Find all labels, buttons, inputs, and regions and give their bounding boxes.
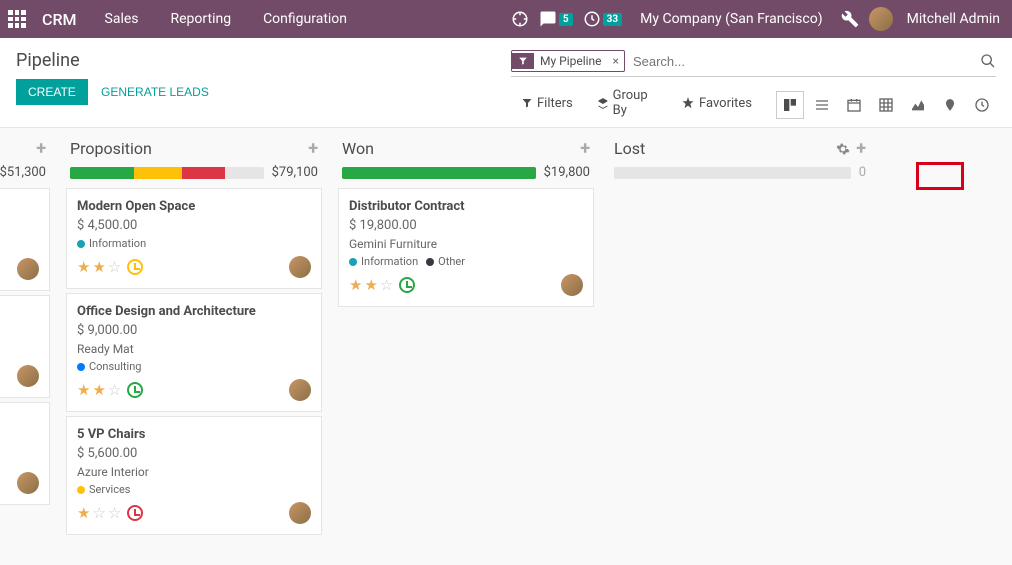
view-calendar[interactable] xyxy=(840,91,868,119)
kanban-column-won: Won + $19,800 Distributor Contract $ 19,… xyxy=(330,128,602,545)
user-avatar-icon xyxy=(17,258,39,280)
kanban-card[interactable]: Chairs xyxy=(0,295,50,398)
priority-stars[interactable]: ★☆☆ xyxy=(77,504,143,522)
navbar: CRM Sales Reporting Configuration 5 33 M… xyxy=(0,0,1012,38)
progress-bar[interactable] xyxy=(70,167,264,179)
activity-clock-icon[interactable] xyxy=(127,259,143,275)
column-title[interactable]: Lost xyxy=(614,139,836,158)
column-total: $79,100 xyxy=(272,165,318,180)
facet-label: My Pipeline xyxy=(534,51,608,71)
search-facet: My Pipeline × xyxy=(511,50,625,72)
favorites-button[interactable]: Favorites xyxy=(681,96,752,111)
priority-stars[interactable]: ★★☆ xyxy=(349,276,415,294)
kanban-card[interactable]: s: Furnitures xyxy=(0,188,50,291)
user-avatar-icon xyxy=(561,274,583,296)
filter-icon xyxy=(512,53,534,69)
kanban-card[interactable]: 5 VP Chairs $ 5,600.00 Azure Interior Se… xyxy=(66,416,322,535)
kanban-column-lost: Lost + 0 xyxy=(602,128,874,545)
user-avatar-icon xyxy=(289,502,311,524)
kanban-board: + $51,300 s: Furnitures Chairs ices Prop… xyxy=(0,128,1012,545)
kanban-card[interactable]: Modern Open Space $ 4,500.00 Information… xyxy=(66,188,322,289)
column-add-icon[interactable]: + xyxy=(856,138,866,159)
create-button[interactable]: CREATE xyxy=(16,79,88,105)
user-avatar[interactable] xyxy=(869,7,893,31)
kanban-card[interactable]: Office Design and Architecture $ 9,000.0… xyxy=(66,293,322,412)
view-graph[interactable] xyxy=(904,91,932,119)
discuss-badge: 5 xyxy=(559,13,573,26)
activity-clock-icon[interactable] xyxy=(399,277,415,293)
user-avatar-icon xyxy=(289,256,311,278)
view-activity[interactable] xyxy=(968,91,996,119)
kanban-column: + $51,300 s: Furnitures Chairs ices xyxy=(0,128,58,545)
progress-bar[interactable] xyxy=(342,167,536,179)
progress-bar[interactable] xyxy=(614,167,851,179)
support-icon[interactable] xyxy=(511,10,529,28)
column-title[interactable]: Proposition xyxy=(70,139,308,158)
activity-clock-icon[interactable] xyxy=(127,505,143,521)
search-icon[interactable] xyxy=(980,53,996,69)
user-name[interactable]: Mitchell Admin xyxy=(903,7,1004,31)
column-add-icon[interactable]: + xyxy=(308,138,318,159)
search-input[interactable] xyxy=(633,54,980,69)
activity-clock-icon[interactable] xyxy=(127,382,143,398)
view-list[interactable] xyxy=(808,91,836,119)
user-avatar-icon xyxy=(17,365,39,387)
nav-configuration[interactable]: Configuration xyxy=(251,3,359,35)
activities-badge: 33 xyxy=(603,13,622,26)
apps-icon[interactable] xyxy=(8,10,26,28)
priority-stars[interactable]: ★★☆ xyxy=(77,381,143,399)
view-map[interactable] xyxy=(936,91,964,119)
column-add-icon[interactable]: + xyxy=(36,138,46,159)
view-kanban[interactable] xyxy=(776,91,804,119)
user-avatar-icon xyxy=(17,472,39,494)
facet-remove[interactable]: × xyxy=(608,54,624,68)
nav-sales[interactable]: Sales xyxy=(93,3,151,35)
column-total: $51,300 xyxy=(0,165,46,180)
column-title[interactable]: Won xyxy=(342,139,580,158)
column-add-icon[interactable]: + xyxy=(580,138,590,159)
debug-icon[interactable] xyxy=(841,10,859,28)
control-panel: Pipeline CREATE GENERATE LEADS My Pipeli… xyxy=(0,38,1012,128)
search-bar: My Pipeline × xyxy=(511,50,996,77)
priority-stars[interactable]: ★★☆ xyxy=(77,258,143,276)
filters-button[interactable]: Filters xyxy=(521,96,573,111)
view-pivot[interactable] xyxy=(872,91,900,119)
kanban-column-proposition: Proposition + $79,100 Modern Open Space … xyxy=(58,128,330,545)
column-total: $19,800 xyxy=(544,165,590,180)
groupby-button[interactable]: Group By xyxy=(597,88,657,118)
nav-reporting[interactable]: Reporting xyxy=(159,3,244,35)
view-switcher xyxy=(776,91,996,119)
company-selector[interactable]: My Company (San Francisco) xyxy=(632,7,830,31)
generate-leads-button[interactable]: GENERATE LEADS xyxy=(91,79,219,105)
column-total: 0 xyxy=(859,165,866,180)
user-avatar-icon xyxy=(289,379,311,401)
discuss-icon[interactable]: 5 xyxy=(539,10,573,28)
column-settings-icon[interactable] xyxy=(836,142,850,156)
kanban-card[interactable]: ices xyxy=(0,402,50,505)
activities-icon[interactable]: 33 xyxy=(583,10,622,28)
page-title: Pipeline xyxy=(16,50,511,71)
kanban-card[interactable]: Distributor Contract $ 19,800.00 Gemini … xyxy=(338,188,594,307)
app-brand[interactable]: CRM xyxy=(34,10,85,29)
